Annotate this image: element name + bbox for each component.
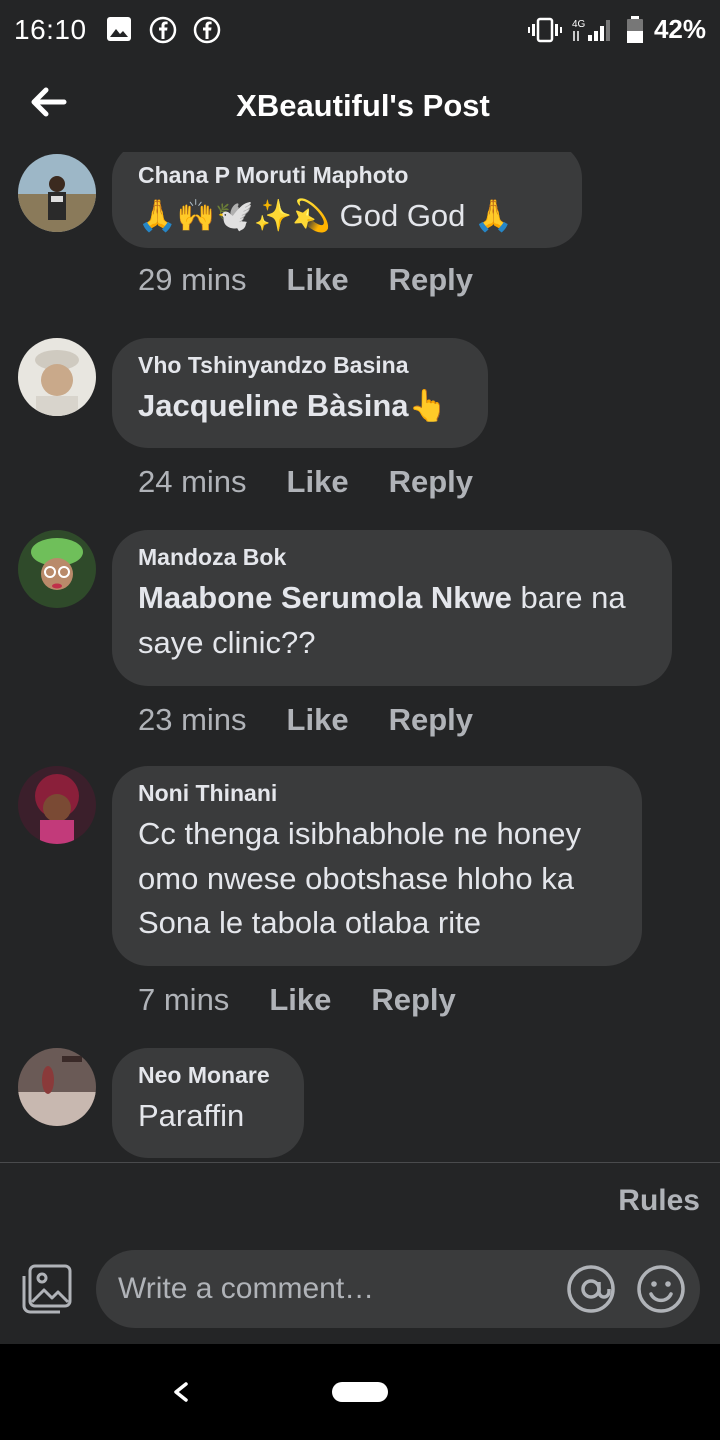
comment-time: 29 mins (138, 262, 247, 297)
comment-author[interactable]: Noni Thinani (138, 780, 616, 808)
battery-percentage: 42% (653, 14, 706, 44)
comment-bubble[interactable]: Chana P Moruti Maphoto 🙏🙌🕊️✨💫 God God 🙏 (112, 152, 582, 248)
comment-author[interactable]: Vho Tshinyandzo Basina (138, 352, 462, 380)
comment-meta: 23 mins Like Reply (138, 702, 473, 738)
facebook-icon (193, 16, 221, 44)
battery-icon (626, 15, 643, 43)
avatar[interactable] (18, 154, 96, 232)
vibrate-icon (527, 17, 562, 42)
facebook-icon (149, 16, 177, 44)
reply-button[interactable]: Reply (389, 702, 473, 738)
comment-text: Maabone Serumola Nkwe bare na saye clini… (138, 576, 646, 666)
comment-meta: 29 mins Like Reply (138, 262, 473, 298)
comment-bubble[interactable]: Mandoza Bok Maabone Serumola Nkwe bare n… (112, 530, 672, 686)
mention-icon[interactable] (566, 1264, 616, 1314)
status-bar: 16:10 4G 42% (0, 0, 720, 60)
comment-bubble[interactable]: Neo Monare Paraffin (112, 1048, 304, 1158)
pray-emoji: 🙏 (474, 197, 513, 233)
mention-link[interactable]: Jacqueline Bàsina (138, 388, 409, 423)
comment-time: 23 mins (138, 702, 247, 737)
network-type: 4G (572, 19, 586, 30)
comment-time: 7 mins (138, 982, 230, 1017)
nav-home-pill[interactable] (332, 1382, 388, 1402)
comment-text: 🙏🙌🕊️✨💫 God God 🙏 (138, 194, 556, 239)
app-header: XBeautiful's Post (0, 60, 720, 152)
mention-link[interactable]: Maabone Serumola Nkwe (138, 580, 512, 615)
reply-button[interactable]: Reply (389, 464, 473, 500)
divider (0, 1162, 720, 1163)
emoji-sequence: 🙏🙌🕊️✨💫 (138, 197, 331, 233)
comment-body: Paraffin (138, 1097, 245, 1133)
page-title: XBeautiful's Post (236, 88, 490, 123)
signal-icon: 4G (572, 19, 610, 41)
comment-text: Jacqueline Bàsina👆 (138, 384, 462, 429)
gallery-icon (107, 17, 131, 41)
like-button[interactable]: Like (269, 982, 331, 1018)
emoji-icon[interactable] (636, 1264, 686, 1314)
status-time: 16:10 (14, 14, 87, 45)
avatar[interactable] (18, 530, 96, 608)
comment-time: 24 mins (138, 464, 247, 499)
comment-bubble[interactable]: Noni Thinani Cc thenga isibhabhole ne ho… (112, 766, 642, 966)
reply-button[interactable]: Reply (389, 262, 473, 298)
comment-body: God God (331, 197, 475, 233)
comment-meta: 24 mins Like Reply (138, 464, 473, 500)
rules-link[interactable]: Rules (618, 1184, 700, 1218)
photo-icon[interactable] (20, 1264, 74, 1314)
avatar[interactable] (18, 1048, 96, 1126)
comment-author[interactable]: Chana P Moruti Maphoto (138, 162, 556, 190)
avatar[interactable] (18, 766, 96, 844)
comment-body: Cc thenga isibhabhole ne honey omo nwese… (138, 815, 581, 941)
point-up-emoji: 👆 (408, 387, 448, 423)
reply-button[interactable]: Reply (371, 982, 455, 1018)
avatar[interactable] (18, 338, 96, 416)
like-button[interactable]: Like (287, 702, 349, 738)
comment-author[interactable]: Mandoza Bok (138, 544, 646, 572)
comment-meta: 7 mins Like Reply (138, 982, 456, 1018)
like-button[interactable]: Like (287, 262, 349, 298)
like-button[interactable]: Like (287, 464, 349, 500)
comment-list[interactable]: Chana P Moruti Maphoto 🙏🙌🕊️✨💫 God God 🙏 … (0, 152, 720, 1162)
comment-author[interactable]: Neo Monare (138, 1062, 278, 1090)
comment-bubble[interactable]: Vho Tshinyandzo Basina Jacqueline Bàsina… (112, 338, 488, 448)
nav-back-icon[interactable] (168, 1374, 192, 1410)
